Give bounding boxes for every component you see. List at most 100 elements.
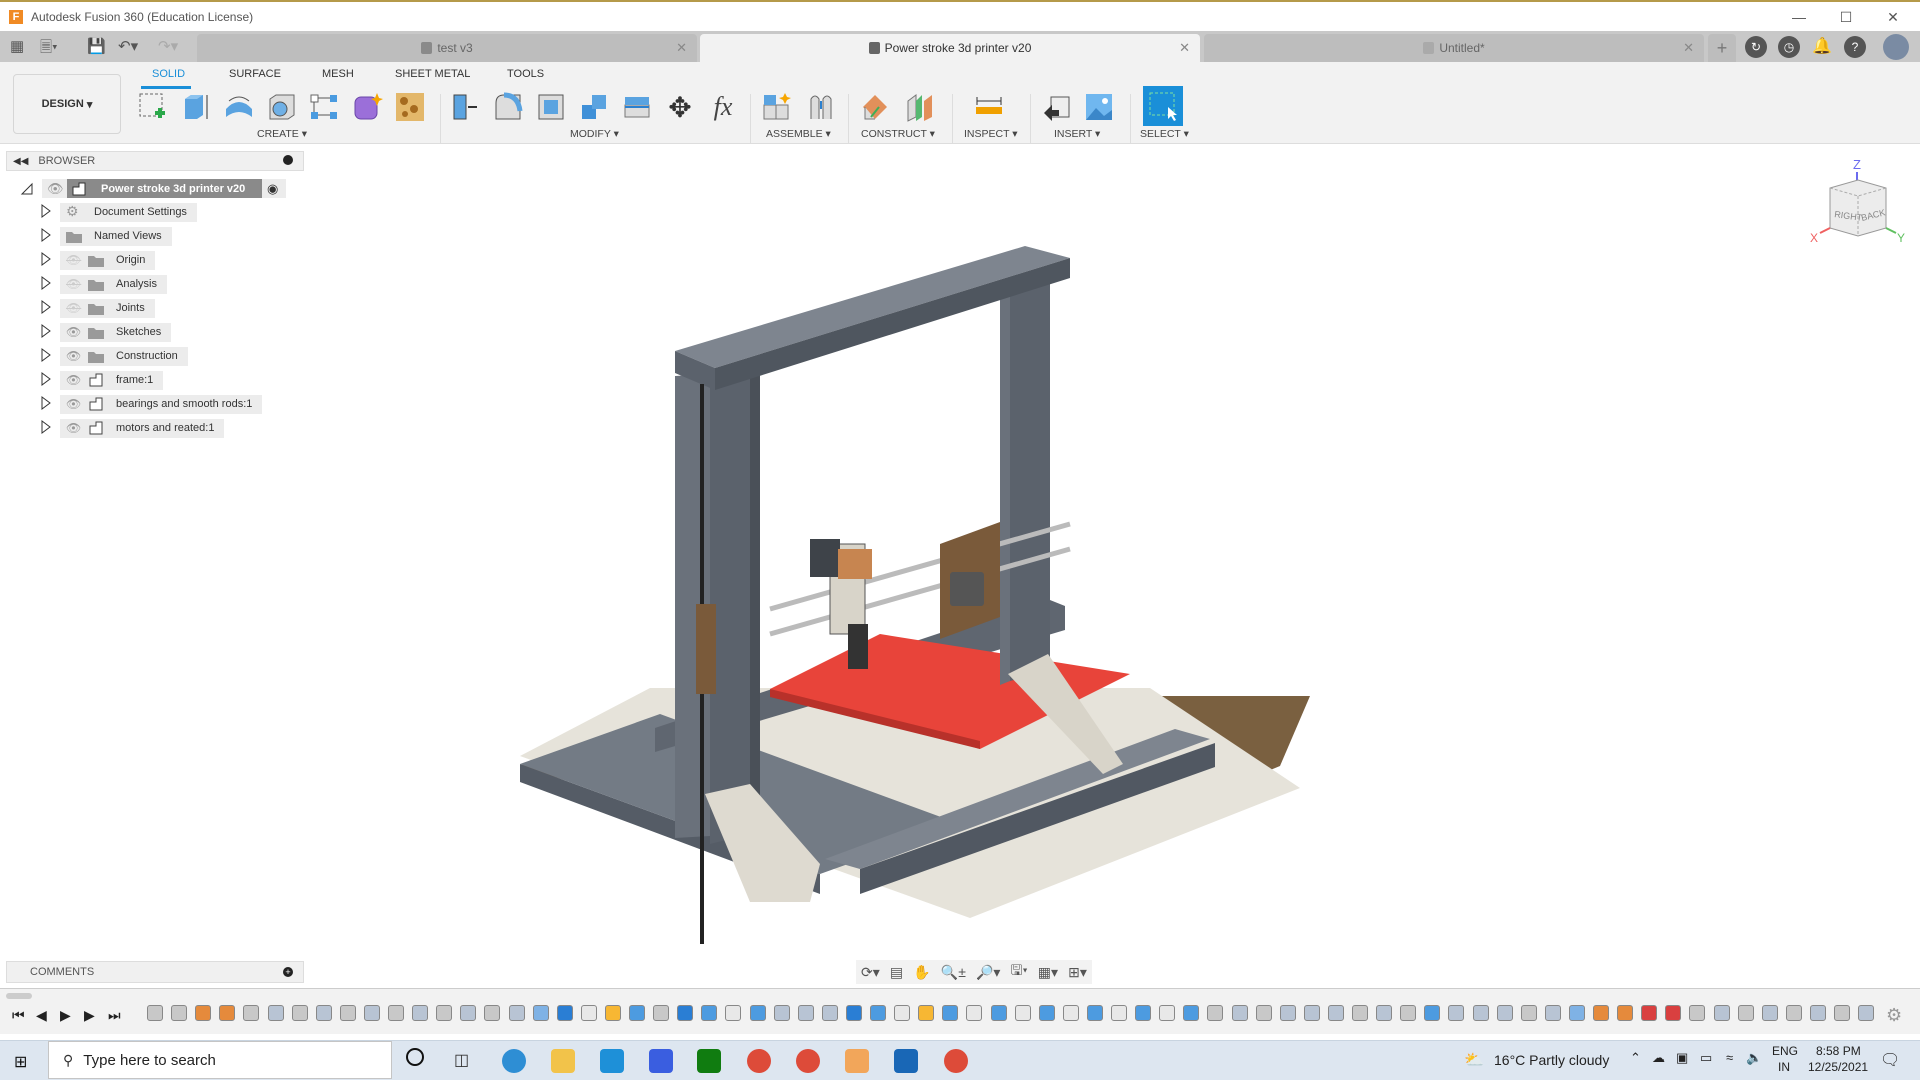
studio-app-icon[interactable] [649, 1049, 673, 1073]
create-sketch-icon[interactable] [136, 90, 170, 124]
timeline-joint-icon[interactable] [1255, 1005, 1272, 1021]
timeline-extrude-icon[interactable] [1183, 1005, 1200, 1021]
measure-icon[interactable] [972, 90, 1006, 124]
step-back-icon[interactable]: ◀ [36, 1007, 47, 1024]
shell-icon[interactable] [534, 90, 568, 124]
browser-item[interactable]: 👁 Construction [40, 347, 188, 366]
new-tab-button[interactable]: + [1708, 34, 1736, 62]
timeline-joint-icon[interactable] [1207, 1005, 1224, 1021]
weather-text[interactable]: 16°C Partly cloudy [1494, 1052, 1609, 1068]
clock-date[interactable]: 12/25/2021 [1808, 1060, 1868, 1074]
onedrive-icon[interactable]: ☁ [1652, 1050, 1665, 1066]
profile-avatar[interactable] [1883, 34, 1909, 60]
offset-plane-icon[interactable] [858, 90, 892, 124]
expand-triangle-icon[interactable] [40, 228, 52, 245]
go-to-start-icon[interactable]: ⏮ [12, 1007, 25, 1024]
press-pull-icon[interactable] [448, 90, 482, 124]
action-center-icon[interactable]: 🗨 [1880, 1050, 1900, 1070]
collapse-browser-icon[interactable]: ◀◀ [13, 156, 28, 167]
zoom-icon[interactable]: 🔍± [941, 964, 966, 981]
orbit-icon[interactable]: ⟳▾ [861, 964, 880, 981]
tab-surface[interactable]: SURFACE [229, 68, 281, 80]
visibility-eye-icon[interactable]: 👁 [66, 421, 81, 435]
expand-triangle-icon[interactable] [40, 348, 52, 365]
visibility-eye-icon[interactable]: 👁 [66, 349, 81, 363]
timeline-pin-suppressed-icon[interactable] [1641, 1005, 1658, 1021]
timeline-motion-icon[interactable] [1472, 1005, 1489, 1021]
redo-icon[interactable]: ↷▾ [158, 37, 178, 55]
hidden-eye-icon[interactable]: 👁 [66, 301, 81, 315]
step-forward-icon[interactable]: ▶ [84, 1007, 95, 1024]
timeline-joint-icon[interactable] [171, 1005, 188, 1021]
browser-options-icon[interactable] [283, 155, 293, 165]
edge-app-icon[interactable] [502, 1049, 526, 1073]
timeline-motion-icon[interactable] [315, 1005, 332, 1021]
timeline-motion-icon[interactable] [1279, 1005, 1296, 1021]
hidden-eye-icon[interactable]: 👁 [66, 253, 81, 267]
timeline-scrollbar[interactable] [6, 993, 32, 999]
tab-power-stroke[interactable]: Power stroke 3d printer v20 ✕ [700, 34, 1200, 62]
timeline-joint-icon[interactable] [436, 1005, 453, 1021]
minimize-button[interactable]: — [1776, 2, 1822, 32]
expand-triangle-icon[interactable] [40, 396, 52, 413]
timeline-joint-icon[interactable] [1689, 1005, 1706, 1021]
tab-tools[interactable]: TOOLS [507, 68, 544, 80]
wifi-icon[interactable]: ≈ [1726, 1050, 1733, 1065]
pan-icon[interactable]: ✋ [913, 964, 930, 981]
browser-item[interactable]: 👁 Analysis [40, 275, 167, 294]
construct-menu[interactable]: CONSTRUCT ▾ [861, 128, 935, 140]
timeline-settings-icon[interactable]: ⚙ [1886, 1005, 1902, 1026]
undo-icon[interactable]: ↶▾ [118, 37, 138, 55]
timeline-motion-icon[interactable] [1231, 1005, 1248, 1021]
insert-menu[interactable]: INSERT ▾ [1054, 128, 1100, 140]
help-icon[interactable]: ? [1844, 36, 1866, 58]
select-menu[interactable]: SELECT ▾ [1140, 128, 1189, 140]
fillet-icon[interactable] [491, 90, 525, 124]
timeline-create-icon[interactable] [918, 1005, 935, 1021]
xbox-icon[interactable] [697, 1049, 721, 1073]
timeline-joint-icon[interactable] [1737, 1005, 1754, 1021]
timeline-motion-icon[interactable] [1544, 1005, 1561, 1021]
timeline-motion-icon[interactable] [1496, 1005, 1513, 1021]
workspace-switcher[interactable]: DESIGN ▾ [13, 74, 121, 134]
timeline-extrude-icon[interactable] [1135, 1005, 1152, 1021]
timeline-sketch-icon[interactable] [966, 1005, 983, 1021]
timeline-sketch-icon[interactable] [1014, 1005, 1031, 1021]
language-indicator[interactable]: ENG [1772, 1044, 1798, 1058]
insert-mesh-texture-icon[interactable] [393, 90, 427, 124]
hole-icon[interactable] [265, 90, 299, 124]
timeline-motion-icon[interactable] [1448, 1005, 1465, 1021]
timeline-joint-icon[interactable] [147, 1005, 163, 1021]
insert-canvas-icon[interactable] [1082, 90, 1116, 124]
clock-time[interactable]: 8:58 PM [1816, 1044, 1861, 1058]
timeline-joint-icon[interactable] [1520, 1005, 1537, 1021]
save-icon[interactable]: 💾 [87, 37, 106, 55]
visibility-eye-icon[interactable]: 👁 [66, 397, 81, 411]
close-tab-icon[interactable]: ✕ [1683, 40, 1694, 56]
browser-item[interactable]: 👁 bearings and smooth rods:1 [40, 395, 262, 414]
visibility-eye-icon[interactable]: 👁 [47, 181, 64, 197]
file-explorer-icon[interactable] [551, 1049, 575, 1073]
timeline-motion-icon[interactable] [1809, 1005, 1826, 1021]
fusion-360-taskbar-icon[interactable] [845, 1049, 869, 1073]
tab-test-v3[interactable]: test v3 ✕ [197, 34, 697, 62]
create-form-icon[interactable] [350, 90, 384, 124]
browser-root-row[interactable]: 👁 Power stroke 3d printer v20 ◉ [20, 179, 286, 198]
chrome-profile-n-icon[interactable] [944, 1049, 968, 1073]
browser-item[interactable]: 👁 Origin [40, 251, 155, 270]
timeline-joint-icon[interactable] [484, 1005, 501, 1021]
timeline-sketch-icon[interactable] [1062, 1005, 1079, 1021]
timeline-extrude-icon[interactable] [942, 1005, 959, 1021]
midplane-icon[interactable] [903, 90, 937, 124]
timeline-joint-icon[interactable] [1785, 1005, 1802, 1021]
file-menu-icon[interactable]: 🗏▾ [40, 37, 58, 62]
timeline-extrude-icon[interactable] [870, 1005, 886, 1021]
timeline-joint-icon[interactable] [243, 1005, 260, 1021]
grid-settings-icon[interactable]: ▦▾ [1038, 964, 1058, 981]
expand-triangle-icon[interactable] [40, 276, 52, 293]
timeline-motion-icon[interactable] [821, 1005, 838, 1021]
timeline-extrude-icon[interactable] [701, 1005, 718, 1021]
visibility-eye-icon[interactable]: 👁 [66, 373, 81, 387]
timeline-joint-icon[interactable] [339, 1005, 356, 1021]
expand-triangle-icon[interactable] [40, 204, 52, 221]
